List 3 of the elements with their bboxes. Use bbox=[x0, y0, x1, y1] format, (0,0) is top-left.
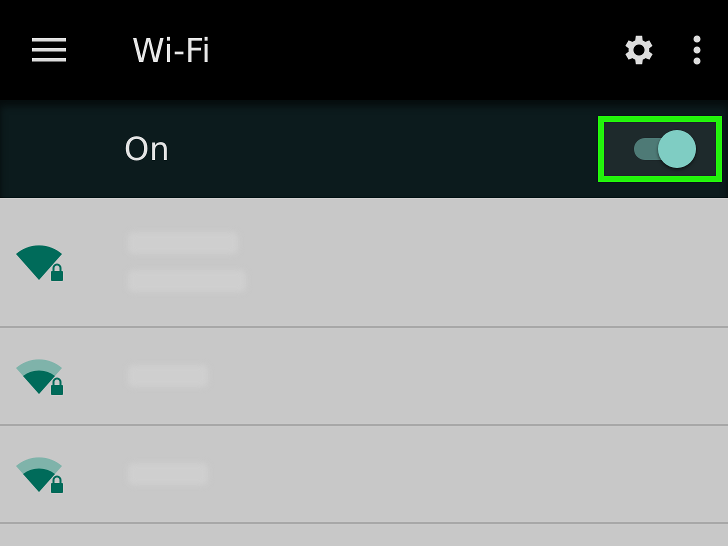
app-bar-title: Wi-Fi bbox=[132, 30, 212, 70]
wifi-toggle[interactable] bbox=[598, 116, 722, 182]
switch-label: On bbox=[124, 130, 170, 168]
